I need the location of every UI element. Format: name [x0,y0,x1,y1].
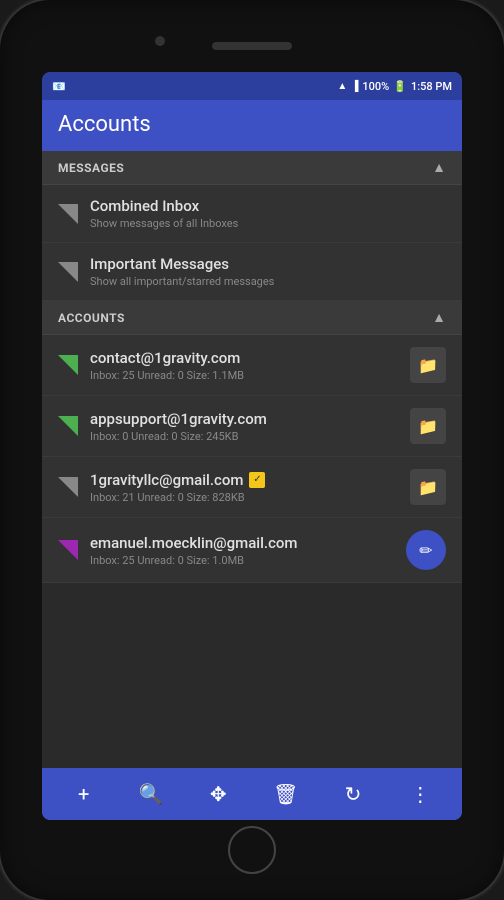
status-right: ▲ ▐ 100% 🔋 1:58 PM [337,80,452,93]
account-item-1[interactable]: appsupport@1gravity.com Inbox: 0 Unread:… [42,396,462,457]
refresh-icon: ↻ [345,782,362,806]
bottom-toolbar: + 🔍 ✥ 🗑 ↻ ⋮ [42,768,462,820]
account-item-3[interactable]: emanuel.moecklin@gmail.com Inbox: 25 Unr… [42,518,462,583]
gmail-badge: ✓ [249,472,265,488]
combined-inbox-secondary: Show messages of all Inboxes [90,217,446,230]
home-button[interactable] [228,826,276,874]
folder-icon-1: 📁 [418,417,438,436]
combined-inbox-item[interactable]: Combined Inbox Show messages of all Inbo… [42,185,462,243]
corner-flag-green-0 [58,355,78,375]
account-0-icon [58,355,78,375]
account-item-0[interactable]: contact@1gravity.com Inbox: 25 Unread: 0… [42,335,462,396]
important-messages-primary: Important Messages [90,255,446,273]
phone-screen: 📧 ▲ ▐ 100% 🔋 1:58 PM Accounts MESSAGES ▲ [42,72,462,820]
corner-flag-gray2 [58,262,78,282]
account-0-secondary: Inbox: 25 Unread: 0 Size: 1.1MB [90,369,398,382]
account-3-secondary: Inbox: 25 Unread: 0 Size: 1.0MB [90,554,394,567]
account-0-folder-button[interactable]: 📁 [410,347,446,383]
account-3-primary: emanuel.moecklin@gmail.com [90,534,394,552]
app-header: Accounts [42,100,462,151]
messages-section-title: MESSAGES [58,161,124,175]
edit-icon-3: ✏ [419,541,432,560]
bottom-bezel [0,820,504,880]
important-messages-icon [58,262,78,282]
important-messages-item[interactable]: Important Messages Show all important/st… [42,243,462,301]
account-1-secondary: Inbox: 0 Unread: 0 Size: 245KB [90,430,398,443]
move-icon: ✥ [210,782,227,806]
accounts-section-header[interactable]: ACCOUNTS ▲ [42,301,462,335]
account-2-folder-button[interactable]: 📁 [410,469,446,505]
content-area: MESSAGES ▲ Combined Inbox Show messages … [42,151,462,768]
corner-flag-purple-3 [58,540,78,560]
important-messages-text: Important Messages Show all important/st… [90,255,446,288]
corner-flag-gray [58,204,78,224]
search-icon: 🔍 [139,782,164,806]
combined-inbox-text: Combined Inbox Show messages of all Inbo… [90,197,446,230]
top-bezel [0,20,504,72]
folder-icon-0: 📁 [418,356,438,375]
move-button[interactable]: ✥ [198,774,238,814]
status-bar: 📧 ▲ ▐ 100% 🔋 1:58 PM [42,72,462,100]
important-messages-secondary: Show all important/starred messages [90,275,446,288]
account-item-2[interactable]: 1gravityllc@gmail.com ✓ Inbox: 21 Unread… [42,457,462,518]
corner-flag-yellow-2 [58,477,78,497]
account-2-text: 1gravityllc@gmail.com ✓ Inbox: 21 Unread… [90,471,398,504]
account-0-primary: contact@1gravity.com [90,349,398,367]
phone-frame: 📧 ▲ ▐ 100% 🔋 1:58 PM Accounts MESSAGES ▲ [0,0,504,900]
page-title: Accounts [58,112,446,137]
more-button[interactable]: ⋮ [400,774,440,814]
combined-inbox-icon [58,204,78,224]
camera [155,36,165,46]
accounts-section-title: ACCOUNTS [58,311,125,325]
folder-icon-2: 📁 [418,478,438,497]
accounts-chevron-icon: ▲ [432,309,446,326]
add-icon: + [78,782,89,806]
corner-flag-green-1 [58,416,78,436]
delete-icon: 🗑 [273,782,298,806]
account-3-icon [58,540,78,560]
add-button[interactable]: + [64,774,104,814]
search-button[interactable]: 🔍 [131,774,171,814]
speaker [212,42,292,50]
account-0-text: contact@1gravity.com Inbox: 25 Unread: 0… [90,349,398,382]
refresh-button[interactable]: ↻ [333,774,373,814]
more-icon: ⋮ [410,782,430,806]
messages-section-header[interactable]: MESSAGES ▲ [42,151,462,185]
signal-icon: ▐ [351,81,358,92]
account-3-edit-button[interactable]: ✏ [406,530,446,570]
battery-percent: 100% [362,80,389,93]
notification-icon: 📧 [52,80,66,93]
account-2-secondary: Inbox: 21 Unread: 0 Size: 828KB [90,491,398,504]
delete-button[interactable]: 🗑 [266,774,306,814]
status-left: 📧 [52,80,66,93]
account-1-icon [58,416,78,436]
account-1-folder-button[interactable]: 📁 [410,408,446,444]
account-2-icon [58,477,78,497]
messages-chevron-icon: ▲ [432,159,446,176]
battery-icon: 🔋 [393,80,407,93]
account-2-primary: 1gravityllc@gmail.com ✓ [90,471,398,489]
wifi-icon: ▲ [337,81,347,92]
account-1-primary: appsupport@1gravity.com [90,410,398,428]
status-time: 1:58 PM [411,80,452,93]
account-1-text: appsupport@1gravity.com Inbox: 0 Unread:… [90,410,398,443]
combined-inbox-primary: Combined Inbox [90,197,446,215]
account-3-text: emanuel.moecklin@gmail.com Inbox: 25 Unr… [90,534,394,567]
